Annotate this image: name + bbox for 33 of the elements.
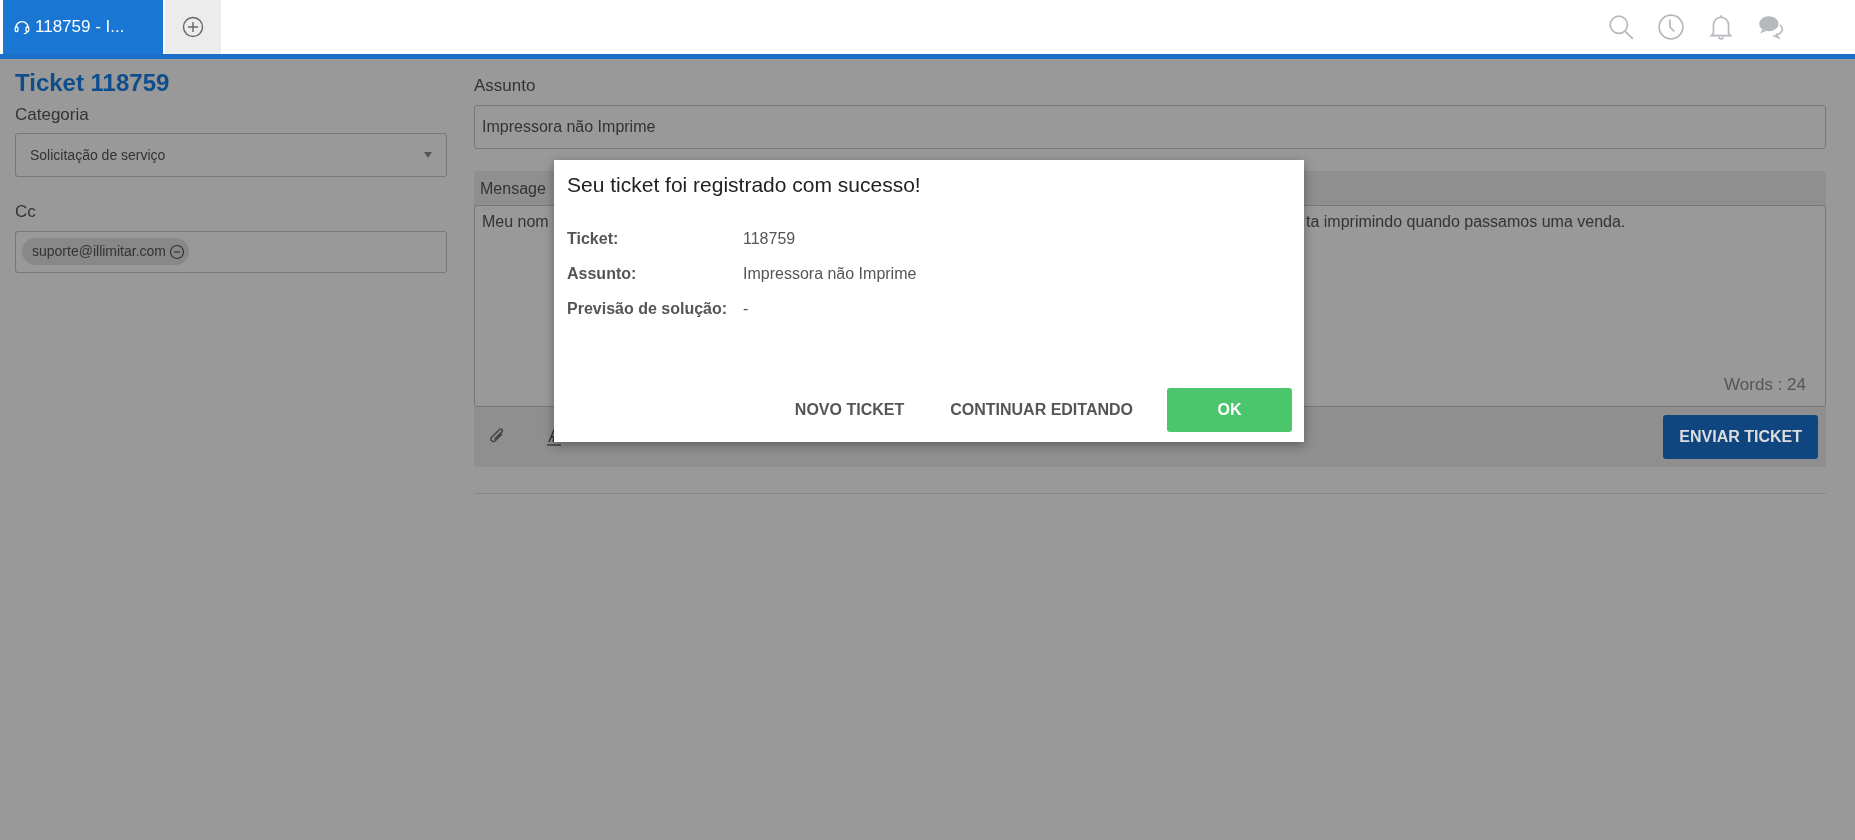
bell-icon[interactable] (1707, 13, 1735, 41)
search-icon[interactable] (1607, 13, 1635, 41)
send-button[interactable]: ENVIAR TICKET (1663, 414, 1818, 459)
dialog-title: Seu ticket foi registrado com sucesso! (567, 172, 922, 198)
message-text: ta imprimindo quando passamos uma venda. (1306, 211, 1626, 232)
word-count: Words : 24 (1724, 374, 1807, 396)
cc-field[interactable]: suporte@illimitar.com (15, 230, 447, 273)
detail-value: Impressora não Imprime (743, 264, 917, 285)
detail-value: 118759 (743, 229, 796, 250)
detail-label: Assunto: (567, 264, 638, 285)
caret-icon (424, 152, 432, 159)
text-button[interactable]: CONTINUAR EDITANDO (930, 388, 1153, 432)
headset-icon (13, 18, 31, 36)
text-button[interactable]: NOVO TICKET (774, 388, 925, 432)
add-tab[interactable] (165, 0, 221, 54)
field-label: Mensage (480, 179, 546, 197)
category-select[interactable]: Solicitação de serviço (15, 133, 447, 178)
plus-icon (182, 16, 204, 38)
field-label: Assunto (474, 75, 537, 97)
remove-icon[interactable] (169, 243, 186, 260)
message-text: Meu nom (482, 211, 550, 232)
field-label: Cc (15, 201, 37, 224)
ticket-title: Ticket 118759 (15, 69, 171, 98)
chip-text: suporte@illimitar.com (32, 242, 167, 262)
chat-icon[interactable] (1757, 13, 1785, 41)
detail-label: Ticket: (567, 229, 620, 250)
clock-icon[interactable] (1657, 13, 1685, 41)
text-format-icon[interactable] (546, 427, 562, 446)
detail-label: Previsão de solução: (567, 299, 729, 320)
detail-value: - (743, 299, 749, 320)
field-label: Categoria (15, 103, 90, 126)
tab[interactable]: 118759 - I... (3, 0, 163, 54)
subject-field[interactable]: Impressora não Imprime (474, 104, 1826, 149)
